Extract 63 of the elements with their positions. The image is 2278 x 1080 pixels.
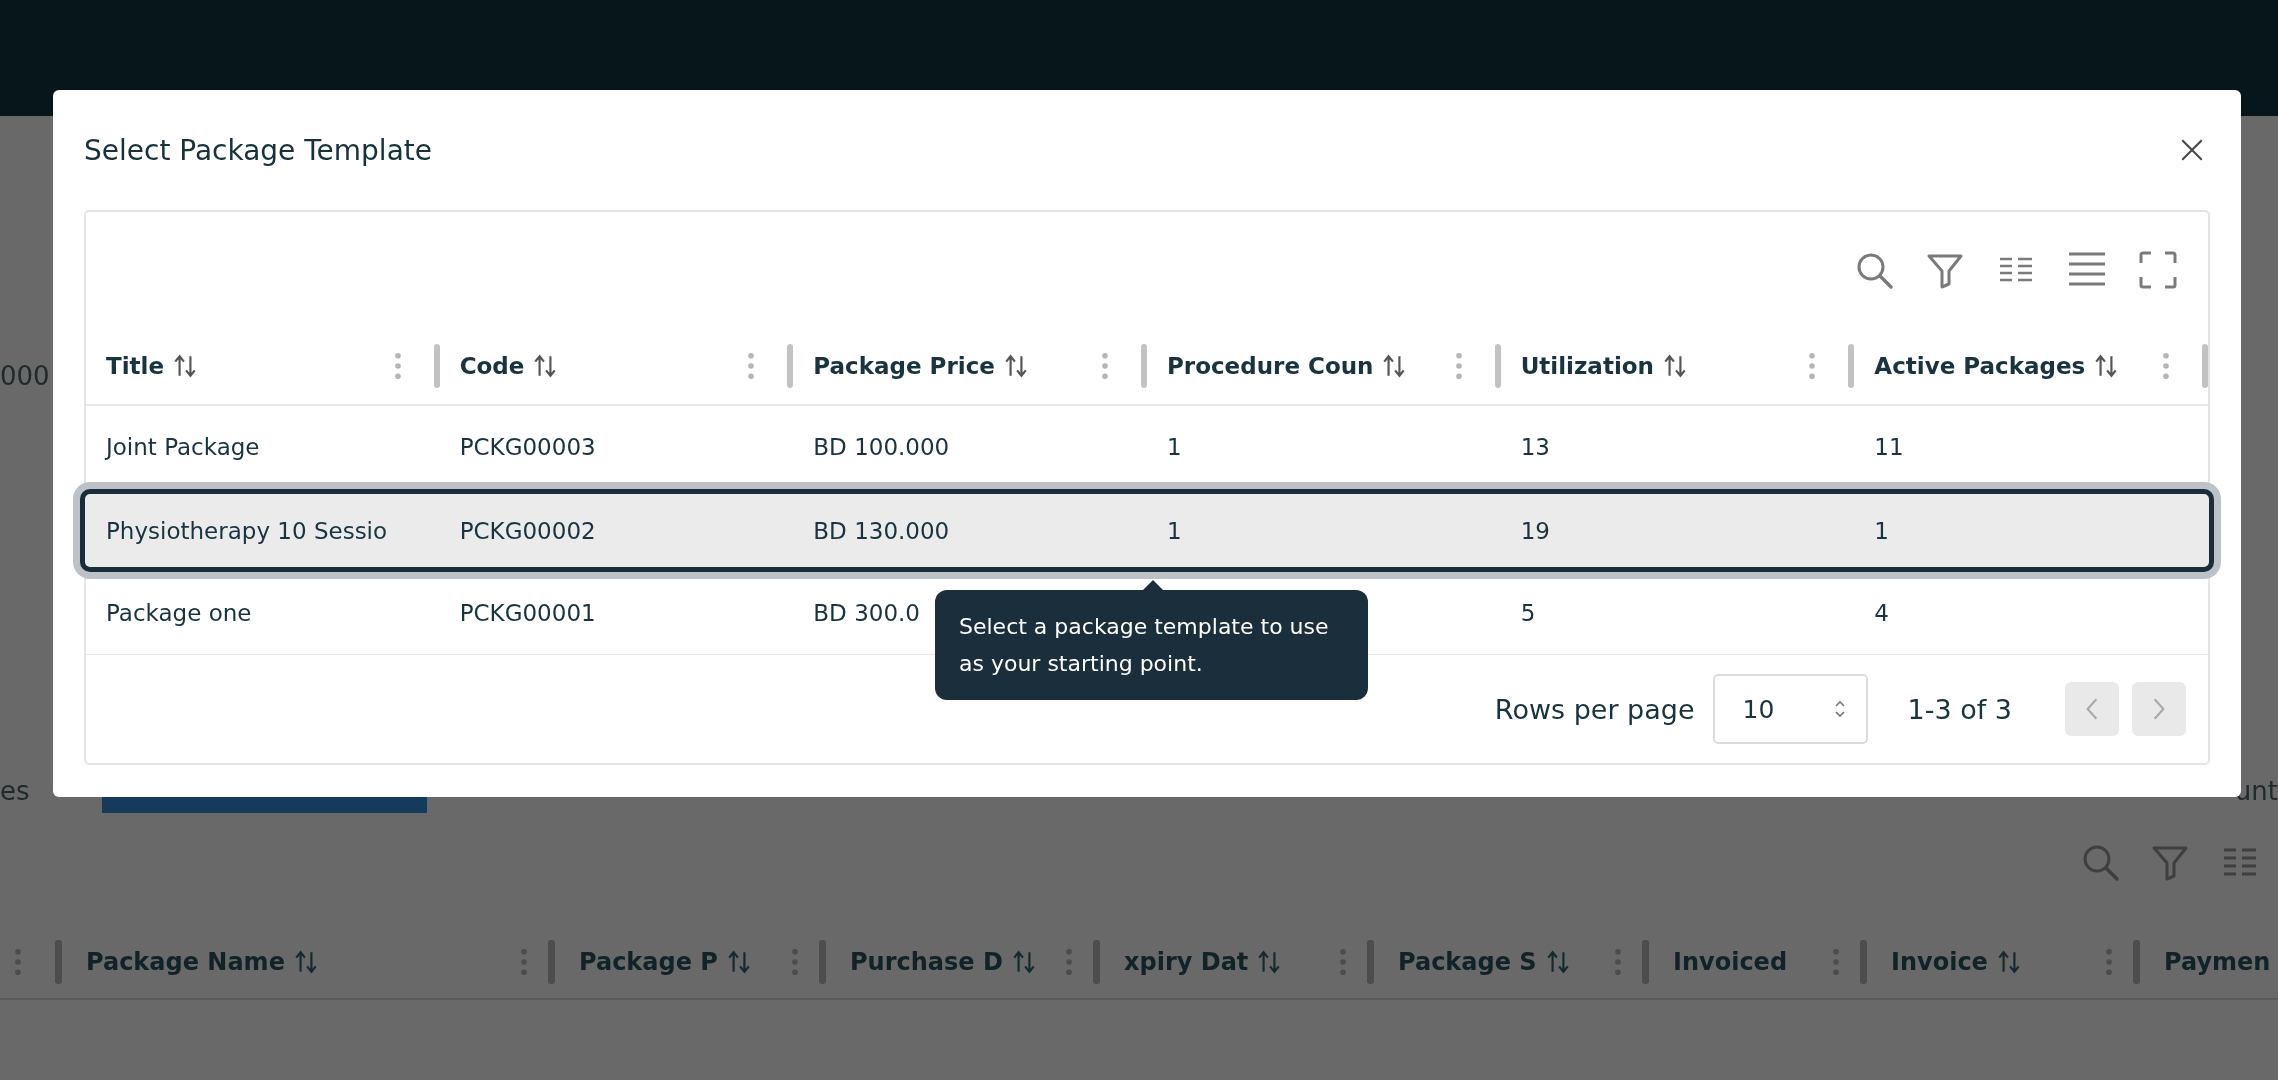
resize-handle[interactable] — [1093, 940, 1100, 984]
table-cell: 13 — [1520, 434, 1550, 460]
table-cell: PCKG00002 — [459, 517, 596, 544]
kebab-menu-icon[interactable] — [2162, 351, 2170, 380]
up-down-chevron-icon — [1833, 698, 1846, 720]
rows-per-page-label: Rows per page — [1494, 693, 1695, 725]
kebab-menu-icon[interactable] — [1339, 948, 1347, 976]
column-header[interactable]: Procedure Coun — [1167, 352, 1374, 379]
kebab-menu-icon[interactable] — [1808, 351, 1817, 380]
table-cell: 1 — [1167, 517, 1182, 544]
table-cell: BD 300.0 — [813, 600, 920, 626]
kebab-menu-icon[interactable] — [2105, 948, 2113, 976]
table-cell: 5 — [1520, 600, 1536, 626]
column-header[interactable]: Package Price — [813, 352, 995, 379]
resize-handle[interactable] — [55, 940, 62, 984]
chevron-left-icon — [2084, 696, 2100, 722]
kebab-menu-icon[interactable] — [393, 351, 402, 380]
resize-handle[interactable] — [1494, 343, 1501, 388]
table-cell: 11 — [1874, 434, 1904, 460]
dialog-title: Select Package Template — [84, 133, 433, 167]
tooltip: Select a package template to use as your starting point. — [935, 590, 1368, 700]
fullscreen-icon[interactable] — [2138, 249, 2178, 290]
resize-handle[interactable] — [1141, 343, 1147, 388]
table-cell: Package one — [106, 600, 252, 626]
column-header[interactable]: Title — [106, 352, 165, 379]
table-cell: 1 — [1167, 434, 1182, 460]
table-cell: 1 — [1874, 517, 1889, 544]
table-cell: BD 130.000 — [813, 517, 950, 544]
resize-handle[interactable] — [433, 343, 440, 388]
partial-text: 000 — [0, 361, 50, 391]
tooltip-arrow — [1143, 580, 1163, 590]
kebab-menu-icon[interactable] — [1614, 948, 1622, 976]
kebab-menu-icon[interactable] — [1832, 948, 1840, 976]
resize-handle[interactable] — [1848, 343, 1855, 388]
column-header[interactable]: Code — [459, 352, 525, 379]
chevron-right-icon — [2151, 696, 2167, 722]
close-icon[interactable] — [2179, 137, 2205, 163]
kebab-menu-icon[interactable] — [1454, 351, 1463, 380]
resize-handle[interactable] — [787, 343, 794, 388]
kebab-menu-icon[interactable] — [791, 948, 799, 976]
column-header[interactable]: Active Packages — [1874, 352, 2086, 379]
resize-handle[interactable] — [2202, 343, 2208, 388]
resize-handle[interactable] — [548, 940, 555, 984]
resize-handle[interactable] — [819, 940, 826, 984]
table-cell: Physiotherapy 10 Sessio — [106, 517, 388, 544]
kebab-menu-icon[interactable] — [1065, 948, 1073, 976]
rows-per-page-select[interactable]: 10 — [1712, 674, 1868, 744]
table-cell: PCKG00001 — [459, 600, 596, 626]
table-cell: 4 — [1874, 600, 1889, 626]
resize-handle[interactable] — [1860, 940, 1867, 984]
kebab-menu-icon[interactable] — [520, 948, 528, 976]
kebab-menu-icon[interactable] — [747, 351, 756, 380]
table-cell: Joint Package — [106, 434, 260, 460]
page-range: 1-3 of 3 — [1907, 693, 2012, 725]
resize-handle[interactable] — [1367, 940, 1374, 984]
kebab-menu-icon[interactable] — [1101, 351, 1109, 380]
table-cell: PCKG00003 — [459, 434, 596, 460]
table-cell: BD 100.000 — [813, 434, 950, 460]
kebab-menu-icon[interactable] — [13, 948, 22, 976]
resize-handle[interactable] — [1642, 940, 1649, 984]
resize-handle[interactable] — [2133, 940, 2140, 984]
table-cell: 19 — [1520, 517, 1550, 544]
column-header[interactable]: Utilization — [1520, 352, 1654, 379]
